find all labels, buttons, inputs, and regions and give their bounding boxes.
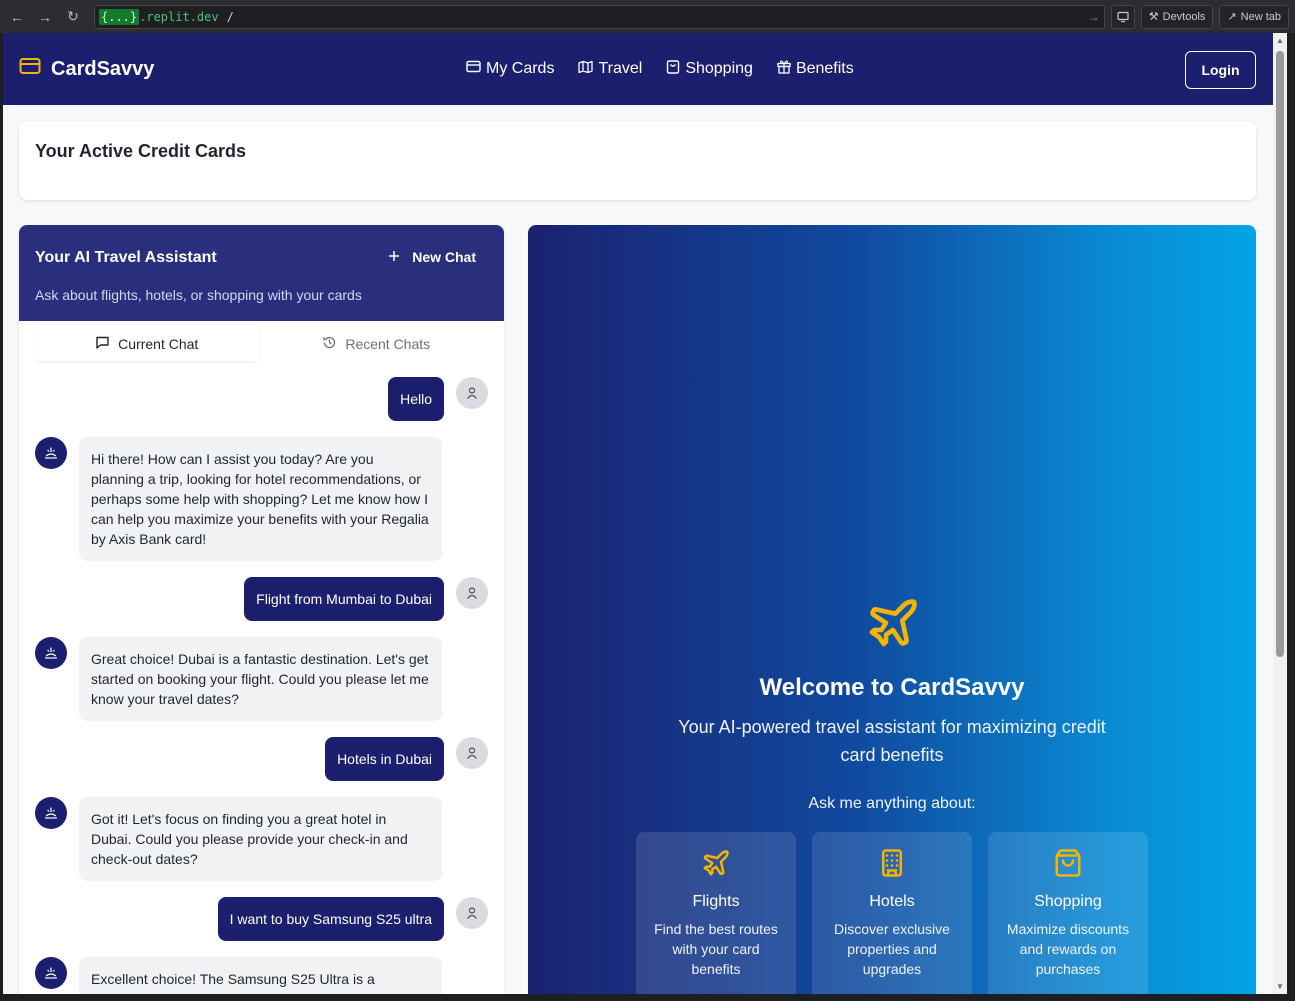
assistant-message: Got it! Let's focus on finding you a gre… bbox=[35, 797, 442, 881]
browser-toolbar: ← → ↻ {...} .replit.dev / → ⚒ Devtools ↗ Ne… bbox=[0, 0, 1295, 33]
active-cards-panel: Your Active Credit Cards bbox=[19, 121, 1256, 200]
chat-subtitle: Ask about flights, hotels, or shopping w… bbox=[35, 287, 362, 303]
login-button[interactable]: Login bbox=[1185, 51, 1256, 89]
nav-my-cards[interactable]: My Cards bbox=[466, 60, 554, 78]
user-avatar-icon bbox=[456, 577, 488, 609]
nav-benefits[interactable]: Benefits bbox=[777, 59, 854, 79]
plane-icon bbox=[701, 850, 731, 882]
scrollbar-thumb[interactable] bbox=[1276, 51, 1284, 657]
assistant-avatar-icon bbox=[35, 437, 67, 469]
chat-header: Your AI Travel Assistant Ask about fligh… bbox=[19, 225, 504, 321]
tab-recent-chats[interactable]: Recent Chats bbox=[265, 327, 489, 361]
chat-panel: Your AI Travel Assistant Ask about fligh… bbox=[19, 225, 504, 994]
feature-description: Find the best routes with your card bene… bbox=[654, 921, 778, 977]
assistant-message-bubble: Great choice! Dubai is a fantastic desti… bbox=[79, 637, 442, 721]
feature-card-shopping[interactable]: Shopping Maximize discounts and rewards … bbox=[988, 832, 1148, 994]
page-scrollbar[interactable]: ▲ ▼ bbox=[1273, 33, 1287, 994]
assistant-message-bubble: Got it! Let's focus on finding you a gre… bbox=[79, 797, 442, 881]
brand-name: CardSavvy bbox=[51, 57, 155, 80]
user-avatar-icon bbox=[456, 737, 488, 769]
active-cards-title: Your Active Credit Cards bbox=[35, 141, 247, 161]
user-message-bubble: Hotels in Dubai bbox=[325, 737, 444, 781]
feature-title: Hotels bbox=[869, 893, 915, 910]
back-icon[interactable]: ← bbox=[6, 6, 28, 28]
map-icon bbox=[578, 60, 594, 79]
credit-card-icon bbox=[466, 60, 481, 78]
assistant-message: Hi there! How can I assist you today? Ar… bbox=[35, 437, 442, 561]
feature-title: Shopping bbox=[1034, 893, 1102, 910]
scroll-down-icon[interactable]: ▼ bbox=[1276, 982, 1284, 991]
go-arrow-icon[interactable]: → bbox=[1088, 10, 1100, 24]
history-icon bbox=[322, 335, 337, 353]
shopping-bag-icon bbox=[1053, 849, 1083, 882]
app-header: CardSavvy My Cards Travel Shopping Benef… bbox=[3, 33, 1273, 105]
user-avatar-icon bbox=[456, 377, 488, 409]
url-bar[interactable]: {...} .replit.dev / → bbox=[94, 4, 1105, 29]
user-message-bubble: Flight from Mumbai to Dubai bbox=[244, 577, 444, 621]
chat-tabs: Current Chat Recent Chats bbox=[19, 321, 504, 361]
user-message: I want to buy Samsung S25 ultra bbox=[217, 897, 488, 941]
ask-prompt: Ask me anything about: bbox=[808, 795, 976, 812]
building-icon bbox=[877, 849, 907, 882]
nav-shopping[interactable]: Shopping bbox=[666, 59, 753, 79]
tab-current-chat[interactable]: Current Chat bbox=[35, 327, 259, 361]
user-message-bubble: Hello bbox=[388, 377, 444, 421]
app-viewport: CardSavvy My Cards Travel Shopping Benef… bbox=[3, 33, 1273, 994]
reload-icon[interactable]: ↻ bbox=[62, 6, 84, 28]
url-path: / bbox=[226, 9, 234, 24]
forward-icon[interactable]: → bbox=[34, 6, 56, 28]
assistant-message-bubble: Excellent choice! The Samsung S25 Ultra … bbox=[79, 957, 442, 994]
user-message: Hotels in Dubai bbox=[325, 737, 488, 781]
feature-description: Discover exclusive properties and upgrad… bbox=[834, 921, 950, 977]
window-edge bbox=[0, 994, 1295, 1001]
window-edge bbox=[1287, 33, 1295, 1001]
wrench-icon: ⚒ bbox=[1148, 11, 1159, 23]
gift-icon bbox=[777, 59, 791, 79]
feature-card-hotels[interactable]: Hotels Discover exclusive properties and… bbox=[812, 832, 972, 994]
shopping-bag-icon bbox=[666, 59, 680, 79]
welcome-panel: Welcome to CardSavvy Your AI-powered tra… bbox=[528, 225, 1256, 994]
assistant-message: Great choice! Dubai is a fantastic desti… bbox=[35, 637, 442, 721]
feature-description: Maximize discounts and rewards on purcha… bbox=[1006, 921, 1130, 977]
new-chat-button[interactable]: New Chat bbox=[388, 249, 476, 265]
scroll-up-icon[interactable]: ▲ bbox=[1276, 36, 1284, 45]
brand[interactable]: CardSavvy bbox=[19, 57, 154, 81]
feature-title: Flights bbox=[692, 893, 740, 910]
assistant-message: Excellent choice! The Samsung S25 Ultra … bbox=[35, 957, 442, 994]
nav-travel[interactable]: Travel bbox=[578, 60, 642, 79]
credit-card-icon bbox=[19, 57, 41, 81]
plus-icon bbox=[388, 249, 400, 265]
user-message-bubble: I want to buy Samsung S25 ultra bbox=[217, 897, 444, 941]
main-nav: My Cards Travel Shopping Benefits bbox=[466, 33, 854, 105]
assistant-avatar-icon bbox=[35, 797, 67, 829]
plane-icon bbox=[865, 595, 921, 656]
assistant-avatar-icon bbox=[35, 637, 67, 669]
welcome-tagline: Your AI-powered travel assistant for max… bbox=[678, 717, 1106, 765]
new-tab-button[interactable]: ↗ New tab bbox=[1219, 4, 1289, 29]
url-host: {...} .replit.dev bbox=[99, 8, 219, 25]
feature-card-flights[interactable]: Flights Find the best routes with your c… bbox=[636, 832, 796, 994]
user-message: Flight from Mumbai to Dubai bbox=[244, 577, 488, 621]
user-message: Hello bbox=[388, 377, 488, 421]
assistant-message-bubble: Hi there! How can I assist you today? Ar… bbox=[79, 437, 442, 561]
user-avatar-icon bbox=[456, 897, 488, 929]
devtools-button[interactable]: ⚒ Devtools bbox=[1140, 4, 1214, 29]
welcome-title: Welcome to CardSavvy bbox=[759, 674, 1025, 701]
external-link-icon: ↗ bbox=[1227, 11, 1237, 23]
message-square-icon bbox=[95, 335, 110, 353]
screen-icon[interactable] bbox=[1110, 4, 1135, 29]
assistant-avatar-icon bbox=[35, 957, 67, 989]
